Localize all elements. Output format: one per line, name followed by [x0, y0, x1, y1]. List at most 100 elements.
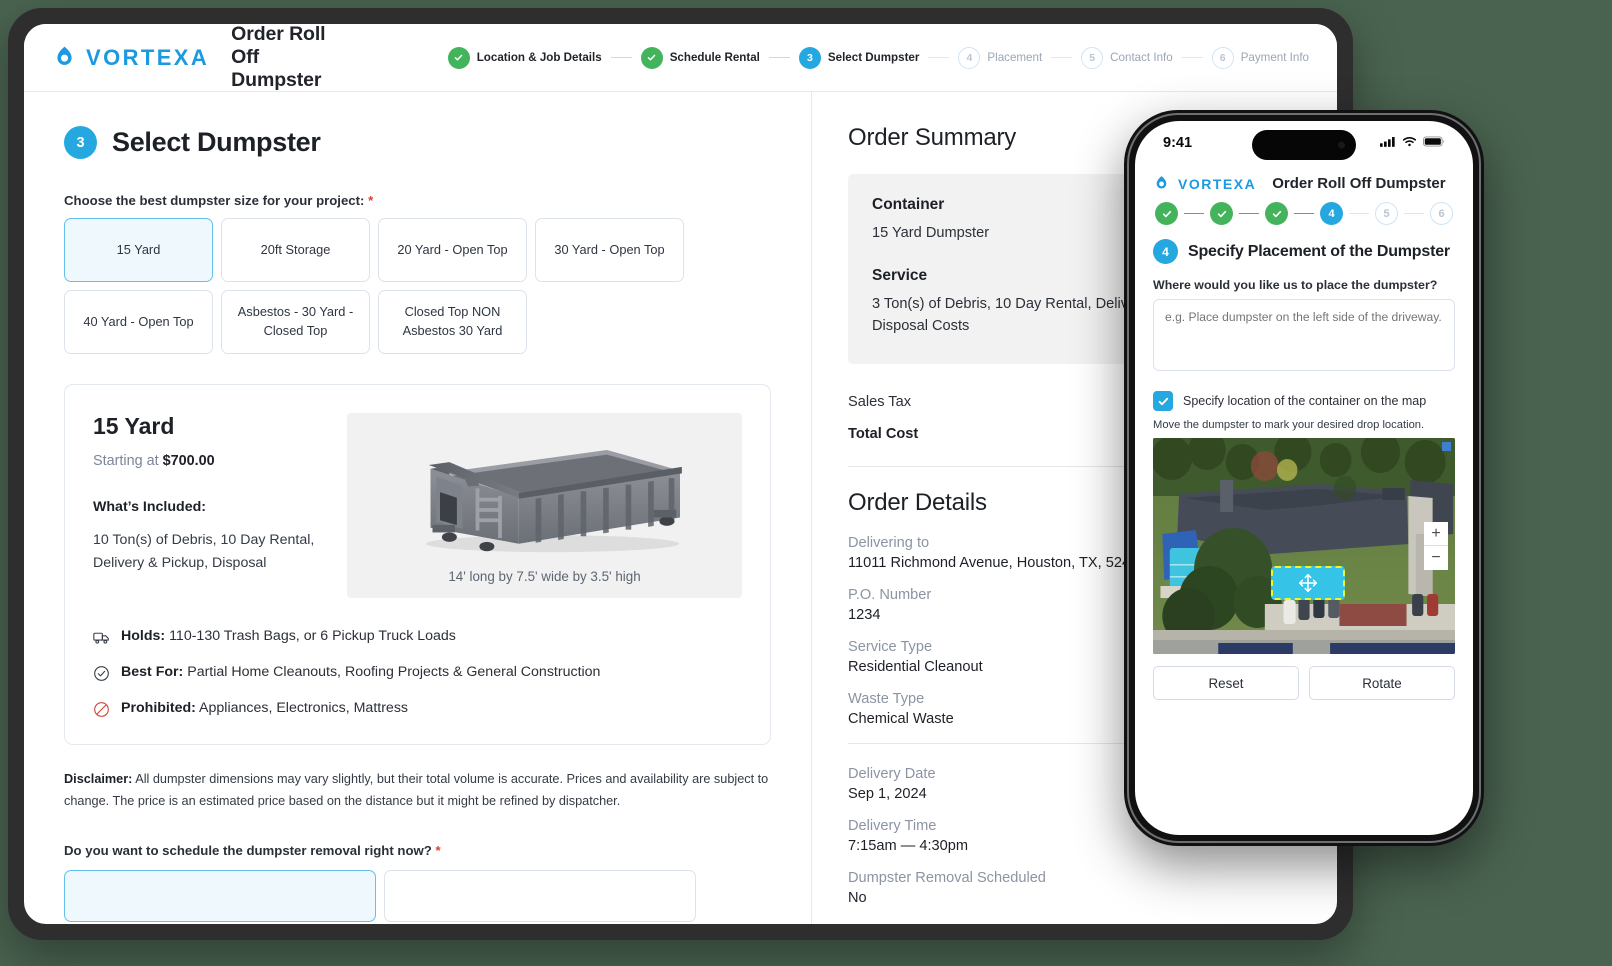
summary-sales-tax-label: Sales Tax	[848, 393, 912, 410]
fact-prohibited-text: Prohibited: Appliances, Electronics, Mat…	[121, 700, 408, 716]
removal-option-yes[interactable]	[64, 869, 376, 922]
map-expand-icon[interactable]	[1442, 442, 1451, 451]
phone-status-bar: 9:41	[1135, 121, 1473, 165]
map-location-checkbox-label: Specify location of the container on the…	[1183, 394, 1427, 408]
dynamic-island	[1252, 130, 1356, 160]
phone-stepper-step-6[interactable]: 6	[1430, 202, 1453, 225]
size-question-text: Choose the best dumpster size for your p…	[64, 193, 365, 208]
placement-notes-input[interactable]	[1153, 299, 1455, 371]
stepper-label-6: Payment Info	[1240, 51, 1309, 64]
phone-progress-stepper: 4 5 6	[1135, 192, 1473, 225]
map-zoom-out-button[interactable]: −	[1424, 546, 1448, 570]
price-prefix: Starting at	[93, 453, 163, 469]
camera-dot-icon	[1338, 141, 1345, 149]
map-location-checkbox-row[interactable]: Specify location of the container on the…	[1153, 391, 1455, 411]
phone-screen: 9:41 VORTEXA Order Roll Off Dumpster 4 5…	[1135, 121, 1473, 835]
fact-holds-text: Holds: 110-130 Trash Bags, or 6 Pickup T…	[121, 628, 456, 644]
phone-device-frame: 9:41 VORTEXA Order Roll Off Dumpster 4 5…	[1124, 110, 1484, 846]
stepper-badge-5: 5	[1081, 46, 1104, 69]
stepper-step-3[interactable]: 3 Select Dumpster	[798, 46, 919, 69]
dumpster-photo	[359, 423, 730, 565]
fact-prohibited-value: Appliances, Electronics, Mattress	[199, 700, 409, 716]
prohibited-icon	[93, 701, 110, 718]
rotate-button[interactable]: Rotate	[1309, 666, 1455, 700]
phone-stepper-separator	[1239, 212, 1259, 215]
dumpster-dimensions: 14' long by 7.5' wide by 3.5' high	[448, 569, 641, 584]
order-detail-removal-scheduled: Dumpster Removal Scheduled No	[848, 870, 1297, 906]
phone-stepper-step-5[interactable]: 5	[1375, 202, 1398, 225]
section-header: 3 Select Dumpster	[64, 126, 771, 159]
removal-options	[64, 869, 771, 922]
check-circle-icon	[93, 665, 110, 682]
removal-option-no[interactable]	[384, 869, 696, 922]
disclaimer-label: Disclaimer:	[64, 772, 133, 786]
phone-section-title: Specify Placement of the Dumpster	[1188, 242, 1450, 260]
phone-brand-name: VORTEXA	[1178, 175, 1257, 192]
dumpster-facts: Holds: 110-130 Trash Bags, or 6 Pickup T…	[93, 628, 742, 718]
stepper-badge-3: 3	[798, 46, 821, 69]
disclaimer: Disclaimer: All dumpster dimensions may …	[64, 769, 771, 813]
map-zoom-in-button[interactable]: +	[1424, 522, 1448, 546]
phone-stepper-separator	[1184, 212, 1204, 215]
size-option-40-yard-open-top[interactable]: 40 Yard - Open Top	[64, 290, 213, 354]
stepper-separator	[610, 56, 632, 59]
dumpster-map-marker[interactable]	[1271, 566, 1345, 600]
whats-included-heading: What’s Included:	[93, 499, 206, 515]
stepper-badge-4: 4	[958, 46, 981, 69]
brand-name: VORTEXA	[86, 44, 210, 70]
phone-section-header: 4 Specify Placement of the Dumpster	[1153, 239, 1455, 264]
cellular-signal-icon	[1380, 134, 1396, 152]
map-action-buttons: Reset Rotate	[1153, 666, 1455, 700]
satellite-map[interactable]: + −	[1153, 438, 1455, 654]
stepper-step-1[interactable]: Location & Job Details	[447, 46, 602, 69]
stepper-separator	[1051, 56, 1073, 59]
phone-stepper-separator	[1349, 212, 1369, 215]
brand-logo: VORTEXA	[52, 45, 209, 71]
fact-holds: Holds: 110-130 Trash Bags, or 6 Pickup T…	[93, 628, 742, 646]
stepper-label-4: Placement	[987, 51, 1043, 64]
stepper-separator	[1181, 56, 1203, 59]
price-value: $700.00	[162, 453, 215, 469]
fact-best-for-value: Partial Home Cleanouts, Roofing Projects…	[187, 664, 601, 680]
fact-prohibited: Prohibited: Appliances, Electronics, Mat…	[93, 700, 742, 718]
phone-placement-question: Where would you like us to place the dum…	[1153, 278, 1438, 292]
status-bar-time: 9:41	[1163, 135, 1193, 151]
removal-question-text: Do you want to schedule the dumpster rem…	[64, 842, 432, 858]
dumpster-image-panel: 14' long by 7.5' wide by 3.5' high	[347, 413, 742, 598]
required-asterisk: *	[368, 193, 374, 208]
reset-button[interactable]: Reset	[1153, 666, 1299, 700]
dumpster-price-line: Starting at $700.00	[93, 453, 321, 469]
stepper-step-5[interactable]: 5 Contact Info	[1081, 46, 1173, 69]
stepper-step-2[interactable]: Schedule Rental	[640, 46, 760, 69]
phone-app-header: VORTEXA Order Roll Off Dumpster	[1135, 165, 1473, 192]
whats-included-text: 10 Ton(s) of Debris, 10 Day Rental, Deli…	[93, 532, 315, 571]
stepper-step-6[interactable]: 6 Payment Info	[1211, 46, 1309, 69]
phone-stepper-separator	[1294, 212, 1314, 215]
removal-question-label: Do you want to schedule the dumpster rem…	[64, 843, 771, 858]
phone-stepper-step-1[interactable]	[1155, 202, 1178, 225]
check-circle-icon	[447, 46, 470, 69]
fact-best-for-key: Best For:	[121, 664, 184, 680]
main-column: 3 Select Dumpster Choose the best dumpst…	[24, 92, 811, 924]
progress-stepper: Location & Job Details Schedule Rental 3	[447, 46, 1309, 69]
checkbox-checked-icon[interactable]	[1153, 391, 1173, 411]
dumpster-name: 15 Yard	[93, 413, 175, 439]
phone-stepper-step-3[interactable]	[1265, 202, 1288, 225]
size-option-15-yard[interactable]: 15 Yard	[64, 218, 213, 282]
dumpster-size-options: 15 Yard 20ft Storage 20 Yard - Open Top …	[64, 218, 771, 354]
size-option-20ft-storage[interactable]: 20ft Storage	[221, 218, 370, 282]
stepper-badge-6: 6	[1211, 46, 1234, 69]
screenshot-stage: VORTEXA Order Roll Off Dumpster Location…	[0, 0, 1612, 966]
order-detail-key: Dumpster Removal Scheduled	[848, 869, 1046, 886]
order-detail-value: No	[848, 889, 867, 906]
stepper-step-4[interactable]: 4 Placement	[958, 46, 1043, 69]
fact-holds-key: Holds:	[121, 628, 166, 644]
size-option-asbestos-30-yard-closed-top[interactable]: Asbestos - 30 Yard - Closed Top	[221, 290, 370, 354]
size-option-closed-top-non-asbestos-30-yard[interactable]: Closed Top NON Asbestos 30 Yard	[378, 290, 527, 354]
battery-icon	[1423, 134, 1445, 152]
phone-stepper-step-2[interactable]	[1210, 202, 1233, 225]
truck-icon	[93, 629, 110, 646]
size-option-30-yard-open-top[interactable]: 30 Yard - Open Top	[535, 218, 684, 282]
size-option-20-yard-open-top[interactable]: 20 Yard - Open Top	[378, 218, 527, 282]
phone-stepper-step-4[interactable]: 4	[1320, 202, 1343, 225]
